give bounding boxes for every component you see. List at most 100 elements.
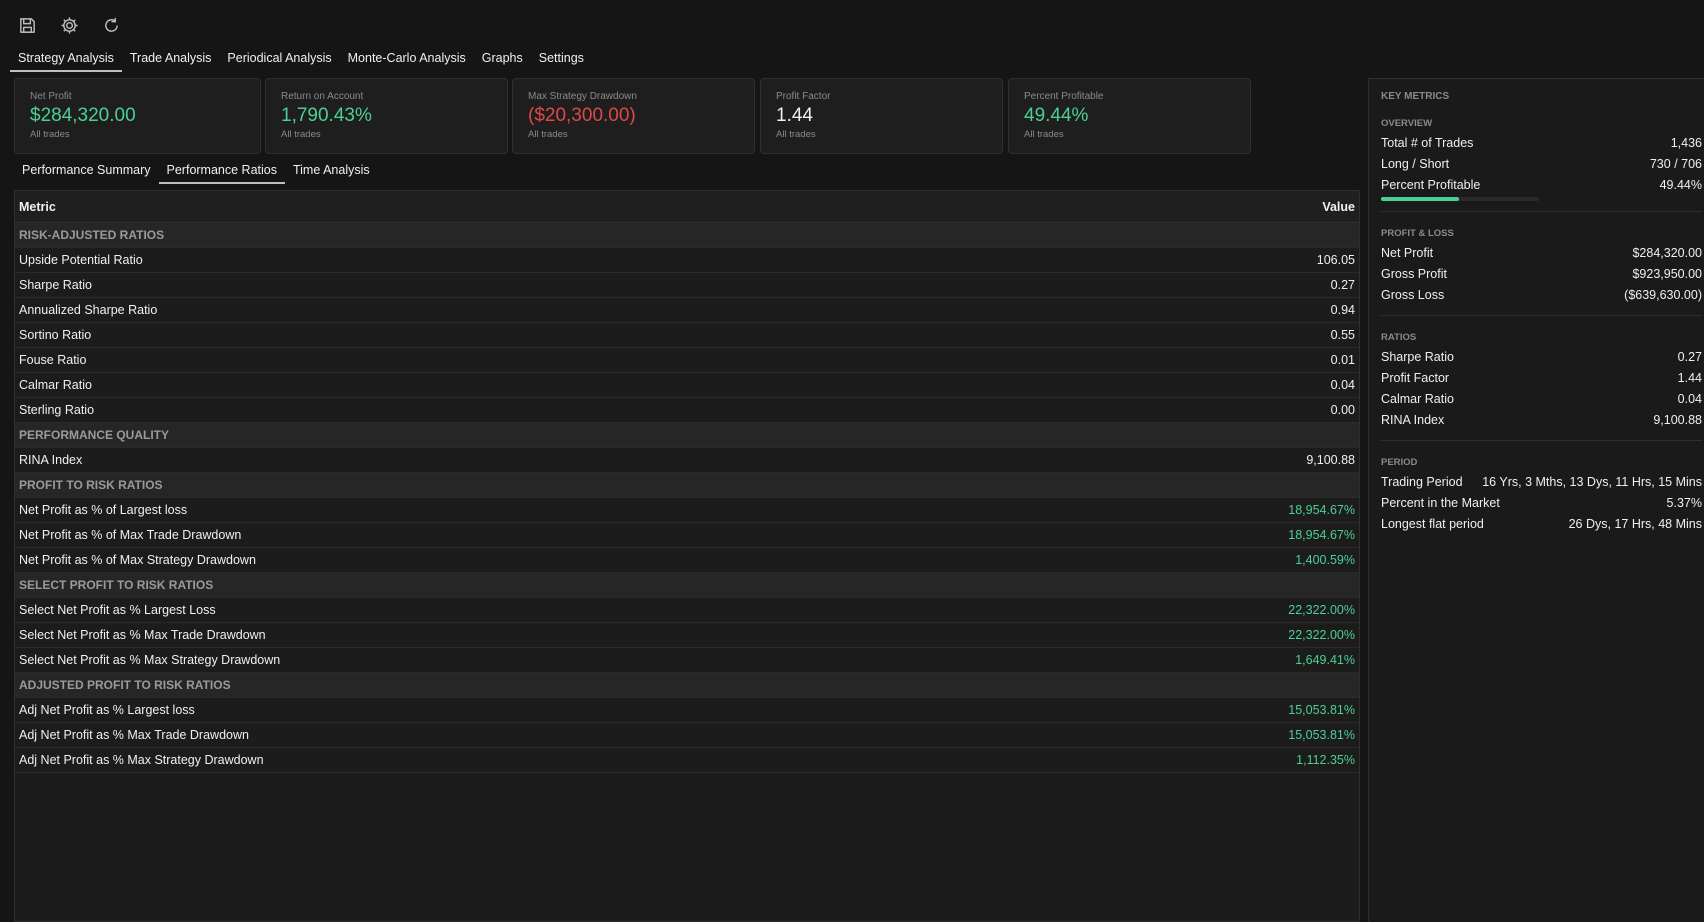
tab-monte-carlo-analysis[interactable]: Monte-Carlo Analysis [340,48,474,72]
tab-performance-summary[interactable]: Performance Summary [14,160,159,184]
card-profit-factor: Profit Factor 1.44 All trades [760,78,1003,154]
card-value: 1.44 [776,105,813,126]
section-heading: PERIOD [1381,457,1418,468]
card-subtitle: All trades [528,129,568,140]
section-header-row: PERFORMANCE QUALITY [15,423,1359,448]
key-metric-label: Gross Profit [1381,266,1447,281]
save-icon[interactable] [16,14,38,36]
key-metric-gross-loss: Gross Loss ($639,630.00) [1381,284,1702,305]
metric-value: 0.27 [1330,278,1355,292]
key-metrics-title: KEY METRICS [1381,91,1450,102]
key-metric-value: 16 Yrs, 3 Mths, 13 Dys, 11 Hrs, 15 Mins [1482,474,1702,489]
metric-column-header[interactable]: Metric [19,200,56,214]
metric-value: 22,322.00% [1288,628,1355,642]
key-metric-label: Calmar Ratio [1381,391,1454,406]
key-metric-percent-in-the-market: Percent in the Market 5.37% [1381,492,1702,513]
table-row[interactable]: Calmar Ratio 0.04 [15,373,1359,398]
key-metric-trading-period: Trading Period 16 Yrs, 3 Mths, 13 Dys, 11… [1381,471,1702,492]
card-percent-profitable: Percent Profitable 49.44% All trades [1008,78,1251,154]
summary-cards: Net Profit $284,320.00 All trades Return on… [14,78,1360,154]
key-metric-sharpe-ratio: Sharpe Ratio 0.27 [1381,346,1702,367]
key-metrics-section-overview: OVERVIEW Total # of Trades 1,436 Long / Sho… [1381,102,1702,212]
sub-tabs: Performance Summary Performance Ratios Tim… [14,160,378,184]
key-metric-value: 0.27 [1677,349,1702,364]
table-row[interactable]: Upside Potential Ratio 106.05 [15,248,1359,273]
toolbar [0,0,1704,50]
table-row[interactable]: Adj Net Profit as % Max Trade Drawdown 15… [15,723,1359,748]
key-metric-label: Percent in the Market [1381,495,1500,510]
table-row[interactable]: RINA Index 9,100.88 [15,448,1359,473]
key-metric-label: Gross Loss [1381,287,1445,302]
tab-performance-ratios[interactable]: Performance Ratios [158,160,285,184]
tab-periodical-analysis[interactable]: Periodical Analysis [219,48,339,72]
table-row[interactable]: Adj Net Profit as % Largest loss 15,053.8… [15,698,1359,723]
metric-value: 0.55 [1330,328,1355,342]
key-metric-label: Percent Profitable [1381,177,1481,192]
card-subtitle: All trades [30,129,70,140]
key-metric-calmar-ratio: Calmar Ratio 0.04 [1381,388,1702,409]
tab-trade-analysis[interactable]: Trade Analysis [122,48,220,72]
card-value: $284,320.00 [30,105,136,126]
section-header-row: ADJUSTED PROFIT TO RISK RATIOS [15,673,1359,698]
table-row[interactable]: Fouse Ratio 0.01 [15,348,1359,373]
metric-value: 0.94 [1330,303,1355,317]
metric-value: 0.00 [1330,403,1355,417]
table-row[interactable]: Sharpe Ratio 0.27 [15,273,1359,298]
key-metric-gross-profit: Gross Profit $923,950.00 [1381,263,1702,284]
metric-label: Net Profit as % of Max Trade Drawdown [19,528,242,542]
key-metric-label: Longest flat period [1381,516,1484,531]
metric-label: Upside Potential Ratio [19,253,143,267]
key-metric-long-short: Long / Short 730 / 706 [1381,153,1702,174]
table-row[interactable]: Net Profit as % of Max Strategy Drawdown… [15,548,1359,573]
metric-label: Adj Net Profit as % Max Trade Drawdown [19,728,249,742]
key-metric-value: ($639,630.00) [1624,287,1702,302]
key-metric-longest-flat-period: Longest flat period 26 Dys, 17 Hrs, 48 Mi… [1381,513,1702,534]
section-title: RISK-ADJUSTED RATIOS [19,228,165,242]
key-metric-value: 26 Dys, 17 Hrs, 48 Mins [1568,516,1702,531]
table-row[interactable]: Net Profit as % of Largest loss 18,954.67… [15,498,1359,523]
key-metric-label: Profit Factor [1381,370,1450,385]
metric-label: Adj Net Profit as % Max Strategy Drawdow… [19,753,264,767]
value-column-header[interactable]: Value [1322,200,1355,214]
key-metrics-section-ratios: RATIOS Sharpe Ratio 0.27 Profit Factor 1.44 C… [1381,316,1702,441]
table-row[interactable]: Net Profit as % of Max Trade Drawdown 18,… [15,523,1359,548]
metric-value: 106.05 [1316,253,1355,267]
tab-strategy-analysis[interactable]: Strategy Analysis [10,48,122,72]
card-label: Profit Factor [776,91,831,102]
card-label: Return on Account [281,91,364,102]
metric-label: RINA Index [19,453,83,467]
tab-settings[interactable]: Settings [531,48,592,72]
card-max-strategy-drawdown: Max Strategy Drawdown ($20,300.00) All tra… [512,78,755,154]
gear-icon[interactable] [58,14,80,36]
percent-profitable-bar-fill [1381,197,1460,201]
key-metric-value: 0.04 [1677,391,1702,406]
metric-value: 15,053.81% [1288,728,1355,742]
metric-label: Adj Net Profit as % Largest loss [19,703,195,717]
tab-time-analysis[interactable]: Time Analysis [285,160,378,184]
key-metric-total-of-trades: Total # of Trades 1,436 [1381,132,1702,153]
table-row[interactable]: Select Net Profit as % Max Trade Drawdow… [15,623,1359,648]
table-header: Metric Value [15,191,1359,223]
table-body: RISK-ADJUSTED RATIOS Upside Potential Rat… [15,223,1359,773]
table-row[interactable]: Select Net Profit as % Largest Loss 22,32… [15,598,1359,623]
table-row[interactable]: Adj Net Profit as % Max Strategy Drawdow… [15,748,1359,773]
key-metric-label: Net Profit [1381,245,1434,260]
key-metric-label: RINA Index [1381,412,1445,427]
metric-label: Select Net Profit as % Largest Loss [19,603,216,617]
metric-label: Net Profit as % of Max Strategy Drawdown [19,553,256,567]
metric-value: 22,322.00% [1288,603,1355,617]
key-metric-value: 1,436 [1670,135,1702,150]
metric-value: 15,053.81% [1288,703,1355,717]
refresh-icon[interactable] [100,14,122,36]
tab-graphs[interactable]: Graphs [474,48,531,72]
table-row[interactable]: Annualized Sharpe Ratio 0.94 [15,298,1359,323]
card-subtitle: All trades [281,129,321,140]
percent-profitable-bar [1381,197,1539,201]
section-title: PERFORMANCE QUALITY [19,428,169,442]
table-row[interactable]: Sterling Ratio 0.00 [15,398,1359,423]
section-title: PROFIT TO RISK RATIOS [19,478,163,492]
metric-label: Fouse Ratio [19,353,87,367]
table-row[interactable]: Sortino Ratio 0.55 [15,323,1359,348]
section-header-row: PROFIT TO RISK RATIOS [15,473,1359,498]
table-row[interactable]: Select Net Profit as % Max Strategy Draw… [15,648,1359,673]
